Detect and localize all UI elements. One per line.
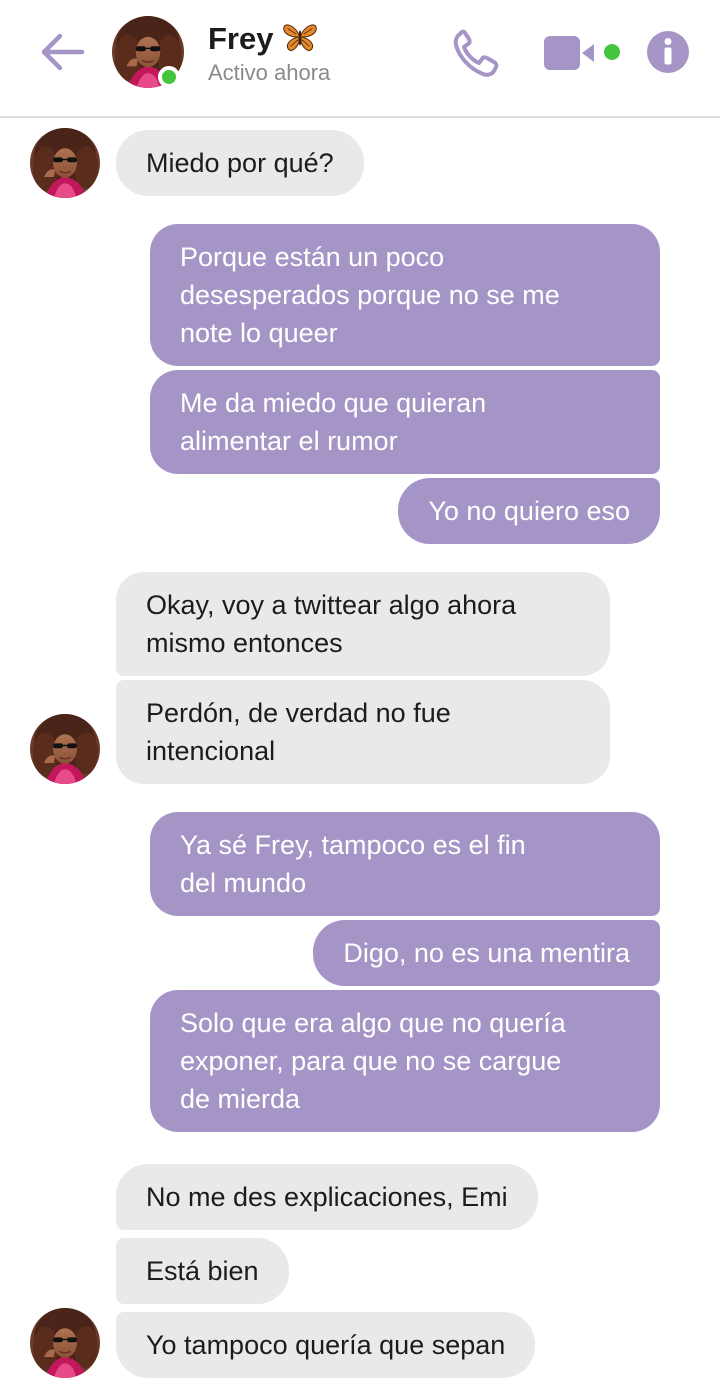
message-bubble-sent[interactable]: Solo que era algo que no quería exponer,… xyxy=(150,990,660,1132)
message-bubble-received[interactable]: No me des explicaciones, Emi xyxy=(116,1164,538,1230)
contact-avatar-small[interactable] xyxy=(30,128,100,198)
contact-status: Activo ahora xyxy=(208,60,331,85)
message-text: de mierda xyxy=(180,1084,301,1114)
message-text: mismo entonces xyxy=(146,628,343,658)
video-camera-icon xyxy=(544,36,620,70)
message-bubble-received[interactable]: Okay, voy a twittear algo ahora mismo en… xyxy=(116,572,610,676)
online-status-dot xyxy=(158,66,180,88)
message-text: Ya sé Frey, tampoco es el fin xyxy=(180,830,526,860)
voice-call-button[interactable] xyxy=(452,28,500,78)
message-list[interactable]: Miedo por qué? Porque están un poco dese… xyxy=(0,118,720,1391)
message-text: note lo queer xyxy=(180,318,338,348)
message-bubble-sent[interactable]: Ya sé Frey, tampoco es el fin del mundo xyxy=(150,812,660,916)
contact-name-row[interactable]: Frey xyxy=(208,21,319,57)
info-button[interactable] xyxy=(646,30,690,74)
message-bubble-sent[interactable]: Digo, no es una mentira xyxy=(313,920,660,986)
message-bubble-received[interactable]: Está bien xyxy=(116,1238,289,1304)
chat-header: Frey Activo ahora xyxy=(0,0,720,118)
message-text: del mundo xyxy=(180,868,307,898)
message-text: Miedo por qué? xyxy=(146,148,334,178)
info-icon xyxy=(647,31,689,73)
message-text: exponer, para que no se cargue xyxy=(180,1046,562,1076)
message-text: alimentar el rumor xyxy=(180,426,398,456)
message-text: No me des explicaciones, Emi xyxy=(146,1182,508,1212)
message-text: Perdón, de verdad no fue xyxy=(146,698,451,728)
back-arrow-icon xyxy=(41,33,85,71)
message-bubble-received[interactable]: Yo tampoco quería que sepan xyxy=(116,1312,536,1378)
message-bubble-received[interactable]: Perdón, de verdad no fue intencional xyxy=(116,680,610,784)
message-bubble-sent[interactable]: Yo no quiero eso xyxy=(398,478,660,544)
message-bubble-received[interactable]: Miedo por qué? xyxy=(116,130,364,196)
contact-avatar-small[interactable] xyxy=(30,1308,100,1378)
message-bubble-sent[interactable]: Porque están un poco desesperados porque… xyxy=(150,224,660,366)
message-bubble-sent[interactable]: Me da miedo que quieran alimentar el rum… xyxy=(150,370,660,474)
phone-icon xyxy=(453,29,499,77)
contact-name[interactable]: Frey xyxy=(208,21,273,56)
message-text: desesperados porque no se me xyxy=(180,280,560,310)
message-text: Porque están un poco xyxy=(180,242,445,272)
butterfly-icon xyxy=(283,24,318,51)
contact-avatar-small[interactable] xyxy=(30,714,100,784)
message-text: Yo tampoco quería que sepan xyxy=(146,1330,506,1360)
message-text: intencional xyxy=(146,736,276,766)
video-call-button[interactable] xyxy=(544,34,626,72)
back-button[interactable] xyxy=(38,30,86,74)
message-text: Okay, voy a twittear algo ahora xyxy=(146,590,517,620)
message-text: Digo, no es una mentira xyxy=(343,938,630,968)
message-text: Yo no quiero eso xyxy=(428,496,630,526)
message-text: Me da miedo que quieran xyxy=(180,388,487,418)
message-text: Está bien xyxy=(146,1256,259,1286)
message-text: Solo que era algo que no quería xyxy=(180,1008,566,1038)
